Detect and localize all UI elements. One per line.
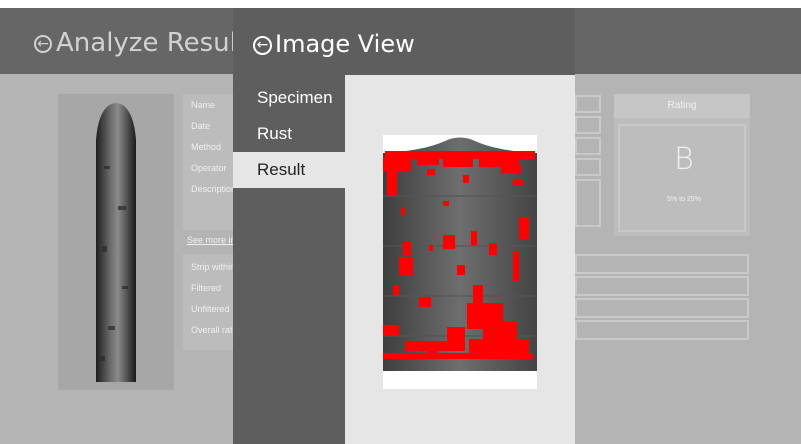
app-window: ← Analyze Results Name Date Method Opera… [0, 0, 801, 444]
strip-value-row [575, 298, 749, 318]
value-row [575, 158, 601, 176]
value-row [575, 116, 601, 134]
nav-item-label: Specimen [257, 88, 333, 107]
see-more-info-link[interactable]: See more info [187, 235, 233, 245]
image-viewer [345, 75, 575, 444]
rating-card: Rating B 5% to 25% [614, 94, 750, 236]
nav-item-specimen[interactable]: Specimen [233, 80, 345, 116]
rating-body: B 5% to 25% [618, 124, 746, 232]
result-rust-overlay [383, 137, 537, 371]
specimen-thumbnail [58, 94, 174, 390]
value-row [575, 137, 601, 155]
nav-item-rust[interactable]: Rust [233, 116, 345, 152]
image-view-flyout: ← Image View Specimen Rust Result [233, 8, 575, 444]
rating-grade: B [674, 142, 694, 177]
nav-item-result[interactable]: Result [233, 152, 345, 188]
back-arrow-icon[interactable]: ← [34, 35, 52, 53]
strip-value-row [575, 254, 749, 274]
nav-item-label: Result [257, 160, 306, 179]
result-image [383, 135, 537, 389]
rating-range: 5% to 25% [667, 196, 701, 203]
analyze-results-title-text: Analyze Results [56, 28, 261, 58]
rating-label: Rating [614, 94, 750, 118]
image-view-header: ← Image View [233, 8, 575, 74]
back-arrow-icon[interactable]: ← [253, 35, 272, 55]
image-view-title-text: Image View [275, 30, 415, 58]
strip-value-row [575, 276, 749, 296]
analyze-results-title: ← Analyze Results [34, 28, 261, 58]
image-view-nav: Specimen Rust Result [233, 80, 345, 188]
nav-item-label: Rust [257, 124, 292, 143]
specimen-rod-image [96, 103, 136, 382]
image-view-title: ← Image View [253, 30, 415, 58]
strip-value-row [575, 320, 749, 340]
value-row [575, 95, 601, 113]
value-row [575, 179, 601, 227]
